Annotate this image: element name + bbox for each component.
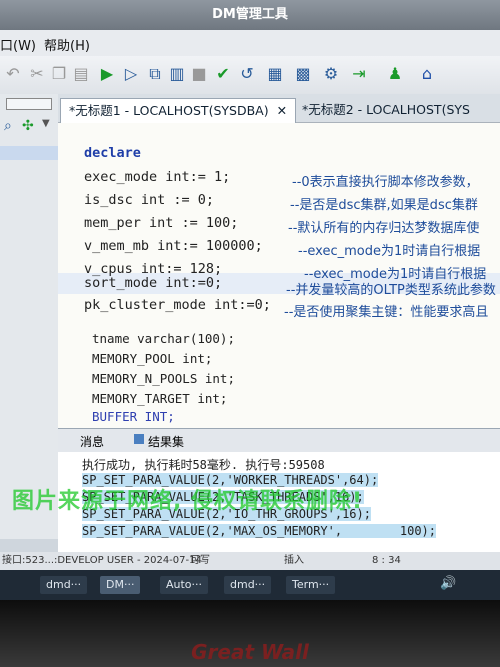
code-comment: --并发量较高的OLTP类型系统此参数 [286, 283, 496, 298]
undo-icon[interactable]: ↶ [4, 65, 22, 83]
code-line: v_mem_mb int:= 100000; [84, 238, 263, 254]
run-icon[interactable]: ▶ [98, 65, 116, 83]
debug-icon[interactable]: ⚙ [322, 65, 340, 83]
home-icon[interactable]: ⌂ [418, 65, 436, 83]
person-icon[interactable]: ♟ [386, 65, 404, 83]
tab-untitled-2[interactable]: *无标题2 - LOCALHOST(SYS [294, 98, 478, 122]
result-line: 执行成功, 执行耗时58毫秒. 执行号:59508 [82, 458, 325, 472]
code-line: MEMORY_TARGET int; [92, 391, 228, 406]
grid-icon [134, 434, 144, 444]
monitor-brand-logo: Great Wall [191, 640, 309, 664]
code-line: mem_per int := 100; [84, 215, 239, 231]
cursor-position: 8 : 34 [372, 555, 401, 566]
code-line: is_dsc int := 0; [84, 192, 215, 208]
result-tabs: 消息 结果集 [58, 428, 500, 453]
code-line: BUFFER INT; [92, 409, 175, 424]
object-navigator: ⌕ ✣ ▼ [0, 94, 59, 539]
step-icon[interactable]: ⇥ [350, 65, 368, 83]
cut-icon[interactable]: ✂ [28, 65, 46, 83]
code-comment: --exec_mode为1时请自行根据 [298, 244, 481, 259]
tree-selected-row[interactable] [0, 146, 58, 160]
code-comment: --是否使用聚集主键：性能要求高且 [284, 305, 489, 320]
taskbar-item[interactable]: dmd··· [40, 576, 88, 594]
status-bar: 接口:523...:DEVELOP USER - 2024-07-14 可写 插… [0, 552, 500, 570]
code-line: pk_cluster_mode int:=0; [84, 297, 271, 313]
insert-mode: 插入 [284, 555, 304, 566]
refresh-icon[interactable]: ✣ [22, 118, 34, 134]
screen: DM管理工具 口(W) 帮助(H) ↶ ✂ ❐ ▤ ▶ ▷ ⧉ ▥ ■ ✔ ↺ … [0, 0, 500, 600]
taskbar-item[interactable]: Term··· [286, 576, 336, 594]
connection-status: 接口:523...:DEVELOP USER - 2024-07-14 [2, 555, 202, 566]
rollback-icon[interactable]: ↺ [238, 65, 256, 83]
tab-label: *无标题1 - LOCALHOST(SYSDBA) [69, 103, 269, 118]
tab-results[interactable]: 结果集 [148, 433, 184, 450]
close-icon[interactable]: ✕ [277, 103, 287, 118]
code-comment: --是否是dsc集群,如果是dsc集群 [290, 198, 478, 213]
explain-icon[interactable]: ⧉ [146, 65, 164, 83]
editor-tabs: *无标题1 - LOCALHOST(SYSDBA) ✕ *无标题2 - LOCA… [58, 94, 500, 123]
code-line: declare [84, 145, 141, 161]
volume-icon[interactable]: 🔊 [440, 576, 456, 591]
menu-help[interactable]: 帮助(H) [44, 35, 90, 54]
run-selected-icon[interactable]: ▷ [122, 65, 140, 83]
code-comment: --默认所有的内存归达梦数据库使 [288, 221, 480, 236]
tab-untitled-1[interactable]: *无标题1 - LOCALHOST(SYSDBA) ✕ [60, 98, 297, 123]
stop-icon[interactable]: ■ [190, 65, 208, 83]
watermark: 图片来源于网络, 侵权请联系删除! [12, 489, 364, 514]
paste-icon[interactable]: ▤ [72, 65, 90, 83]
sql-editor[interactable]: declare exec_mode int:= 1; --0表示直接执行脚本修改… [58, 123, 500, 428]
taskbar-item[interactable]: dmd··· [224, 576, 272, 594]
code-line: sort_mode int:=0; [84, 275, 223, 291]
taskbar: dmd··· DM··· Auto··· dmd··· Term··· 🔊 [0, 570, 500, 600]
chevron-down-icon[interactable]: ▼ [42, 118, 50, 129]
copy-icon[interactable]: ❐ [50, 65, 68, 83]
tab-label: *无标题2 - LOCALHOST(SYS [302, 102, 470, 117]
minimize-box[interactable] [6, 98, 52, 110]
menu-bar: 口(W) 帮助(H) [0, 30, 500, 56]
toolbar: ↶ ✂ ❐ ▤ ▶ ▷ ⧉ ▥ ■ ✔ ↺ ▦ ▩ ⚙ ⇥ ♟ ⌂ [0, 56, 500, 95]
tab-messages[interactable]: 消息 [80, 433, 104, 450]
table-icon[interactable]: ▦ [266, 65, 284, 83]
taskbar-item[interactable]: DM··· [100, 576, 141, 594]
code-line: MEMORY_N_POOLS int; [92, 371, 235, 386]
window-title: DM管理工具 [0, 0, 500, 30]
commit-icon[interactable]: ✔ [214, 65, 232, 83]
code-line: MEMORY_POOL int; [92, 351, 213, 366]
write-mode: 可写 [190, 555, 210, 566]
code-line: exec_mode int:= 1; [84, 169, 231, 185]
menu-window[interactable]: 口(W) [0, 35, 36, 54]
result-line: SP_SET_PARA_VALUE(2,'MAX_OS_MEMORY', 100… [82, 524, 437, 538]
code-line: tname varchar(100); [92, 331, 235, 346]
code-comment: --0表示直接执行脚本修改参数， [292, 175, 479, 190]
script-icon[interactable]: ▥ [168, 65, 186, 83]
grid-icon[interactable]: ▩ [294, 65, 312, 83]
taskbar-item[interactable]: Auto··· [160, 576, 209, 594]
search-icon[interactable]: ⌕ [4, 118, 12, 134]
